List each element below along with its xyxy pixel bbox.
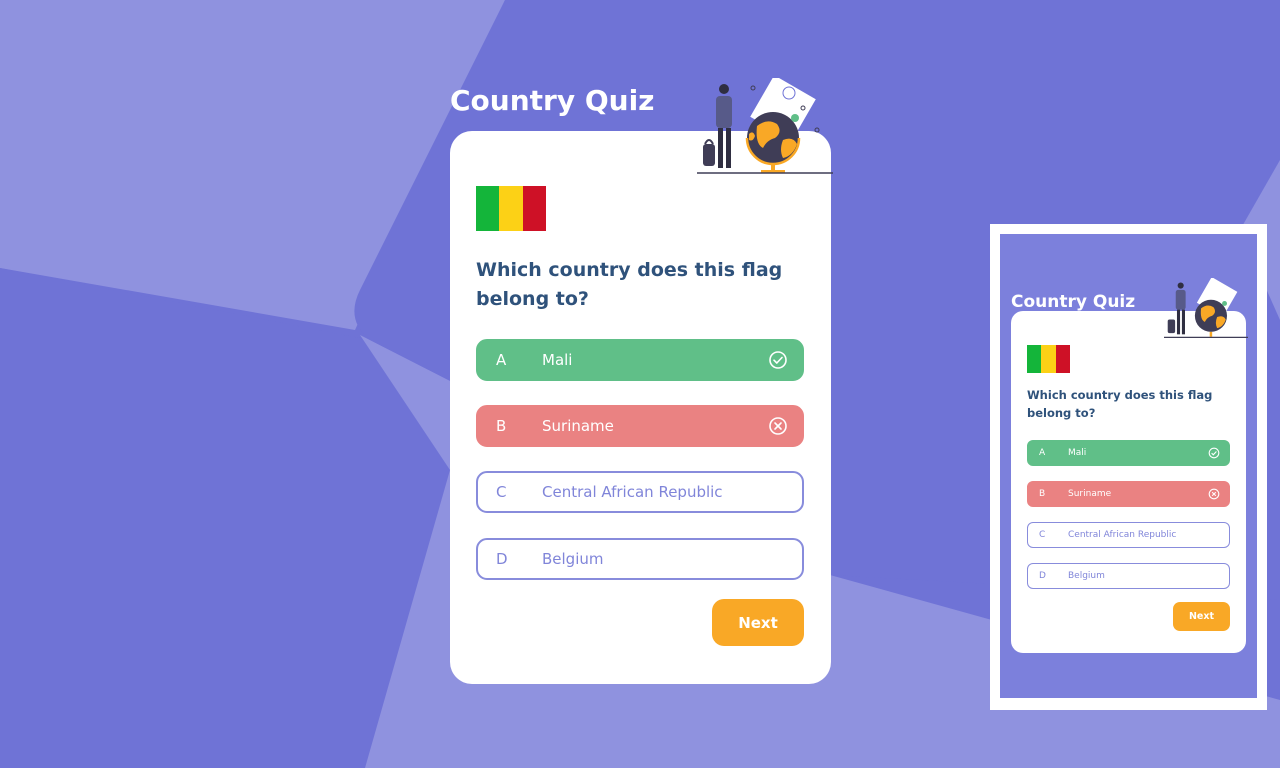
quiz-title: Country Quiz [450,84,655,117]
mobile-option-b[interactable]: B Suriname [1027,481,1230,507]
question-text: Which country does this flag belong to? [476,259,783,310]
option-label: Mali [542,351,573,369]
option-letter: D [496,550,508,568]
x-circle-icon [1208,488,1220,500]
option-label: Suriname [1068,489,1112,499]
quiz-card: Which country does this flag belong to? … [450,131,831,684]
mobile-preview-screen: Country Quiz Which country does this fla… [1000,234,1257,698]
option-letter: A [496,351,507,369]
option-label: Central African Republic [542,483,723,501]
option-label: Belgium [542,550,604,568]
mobile-traveler-globe-illustration [1164,278,1248,339]
traveler-globe-illustration [697,78,833,174]
mobile-option-a[interactable]: A Mali [1027,440,1230,466]
check-circle-icon [1208,447,1220,459]
mobile-quiz-title: Country Quiz [1011,292,1136,312]
mobile-quiz-card: Which country does this flag belong to? … [1011,311,1246,653]
option-letter: B [1039,489,1046,499]
mobile-next-button[interactable]: Next [1173,602,1230,631]
next-button[interactable]: Next [712,599,804,646]
option-label: Mali [1068,448,1087,458]
option-letter: D [1039,571,1046,581]
flag-stripe-yellow [499,186,523,231]
option-letter: B [496,417,507,435]
mobile-flag-image [1027,345,1070,373]
mobile-option-c[interactable]: C Central African Republic [1027,522,1230,548]
flag-stripe-red [522,186,546,231]
check-circle-icon [769,351,787,369]
option-d[interactable]: D Belgium [476,538,804,580]
option-b[interactable]: B Suriname [476,405,804,447]
flag-stripe-red [1055,345,1070,373]
option-label: Suriname [542,417,614,435]
option-c[interactable]: C Central African Republic [476,471,804,513]
option-label: Central African Republic [1068,530,1177,540]
x-circle-icon [769,417,787,435]
option-label: Belgium [1068,571,1105,581]
flag-stripe-green [476,186,500,231]
mobile-preview: Country Quiz Which country does this fla… [990,224,1267,710]
option-a[interactable]: A Mali [476,339,804,381]
mobile-option-d[interactable]: D Belgium [1027,563,1230,589]
flag-stripe-green [1027,345,1042,373]
mobile-question-text: Which country does this flag belong to? [1027,388,1213,420]
flag-image [476,186,546,231]
option-letter: C [1039,530,1046,540]
option-letter: C [496,483,507,501]
flag-stripe-yellow [1041,345,1056,373]
option-letter: A [1039,448,1046,458]
